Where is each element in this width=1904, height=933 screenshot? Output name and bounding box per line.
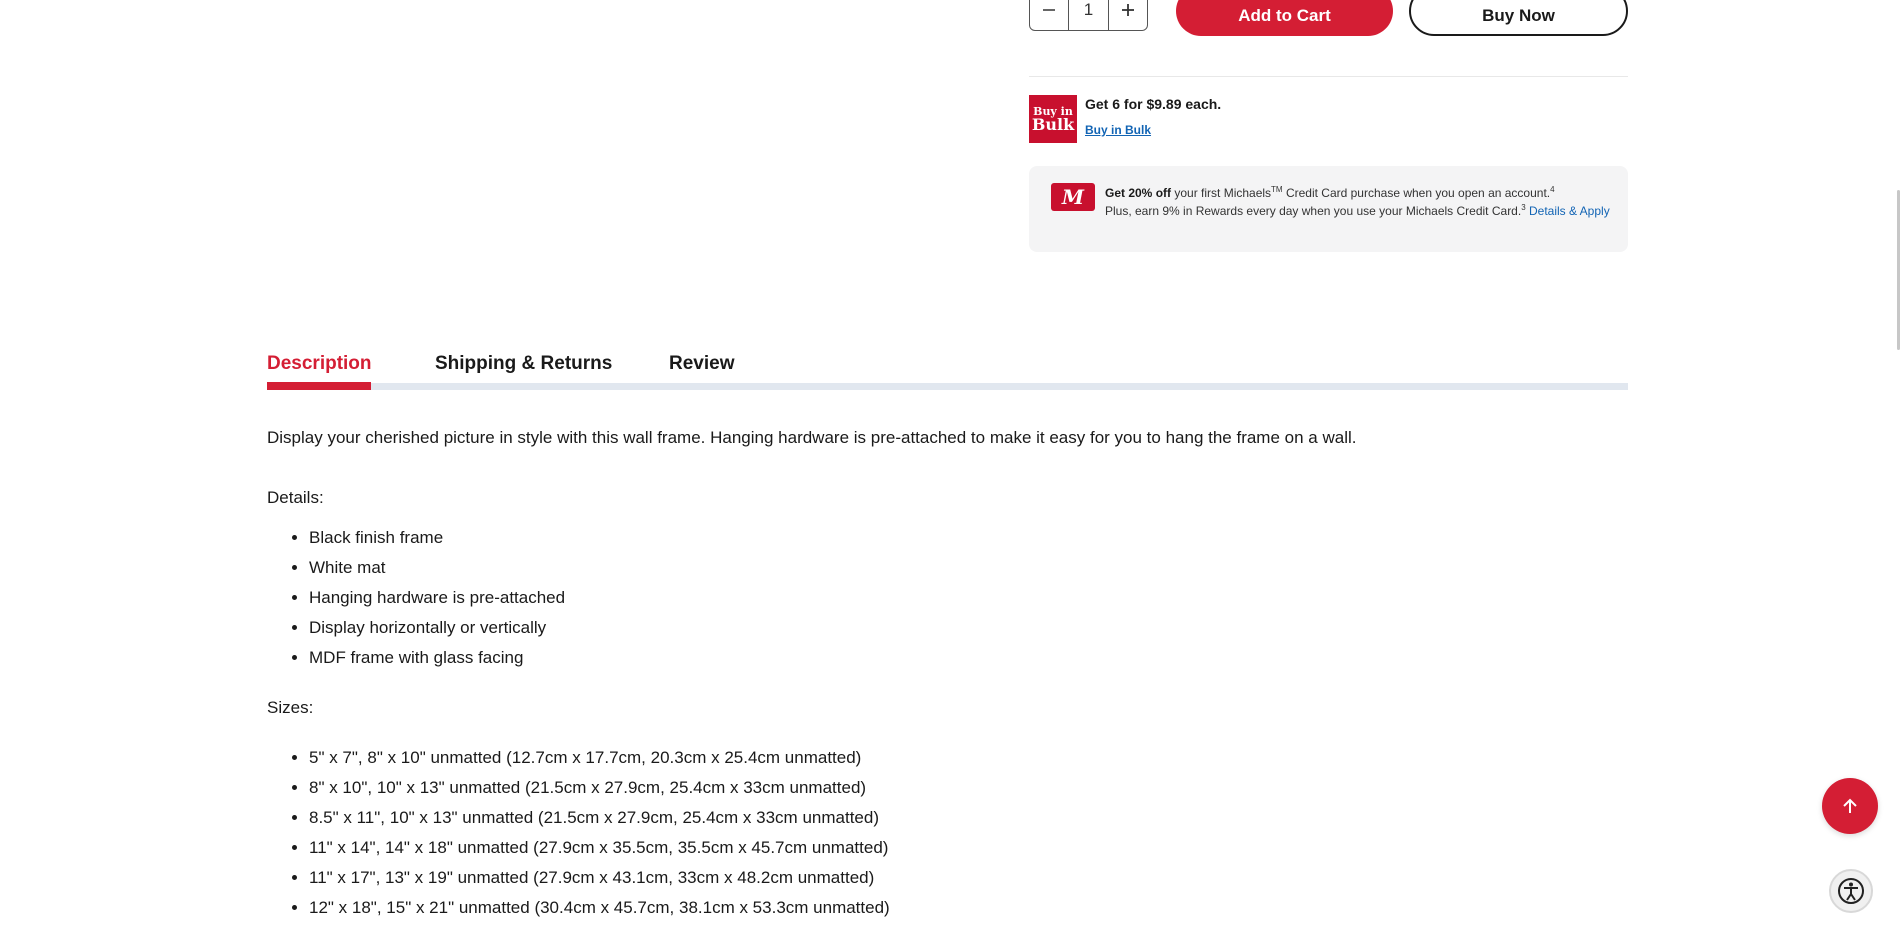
- add-to-cart-button[interactable]: Add to Cart: [1176, 0, 1393, 36]
- back-to-top-button[interactable]: [1822, 778, 1878, 834]
- list-item: 11" x 17", 13" x 19" unmatted (27.9cm x …: [309, 863, 890, 893]
- minus-icon: [1043, 8, 1055, 11]
- list-item: 8.5" x 11", 10" x 13" unmatted (21.5cm x…: [309, 803, 890, 833]
- increase-quantity-button[interactable]: [1109, 0, 1147, 30]
- accessibility-button[interactable]: [1829, 869, 1873, 913]
- buy-in-bulk-logo: Buy in Bulk: [1029, 95, 1077, 143]
- section-divider: [1029, 76, 1628, 77]
- buy-in-bulk-link[interactable]: Buy in Bulk: [1085, 123, 1151, 137]
- list-item: MDF frame with glass facing: [309, 643, 565, 673]
- promo-text-3: Plus, earn 9% in Rewards every day when …: [1105, 204, 1522, 218]
- description-intro: Display your cherished picture in style …: [267, 428, 1357, 447]
- page-scrollbar[interactable]: [1897, 190, 1900, 350]
- accessibility-icon: [1838, 878, 1864, 904]
- details-apply-link[interactable]: Details & Apply: [1526, 204, 1610, 218]
- promo-bold: Get 20% off: [1105, 186, 1172, 200]
- quantity-input[interactable]: 1: [1068, 0, 1109, 30]
- promo-text-1: your first Michaels: [1171, 186, 1272, 200]
- bulk-logo-line2: Bulk: [1031, 114, 1075, 134]
- list-item: Hanging hardware is pre-attached: [309, 583, 565, 613]
- plus-icon: [1122, 3, 1134, 16]
- card-mark: M: [1061, 185, 1085, 209]
- list-item: 11" x 14", 14" x 18" unmatted (27.9cm x …: [309, 833, 890, 863]
- sizes-heading: Sizes:: [267, 698, 314, 717]
- tab-track: [267, 383, 1628, 390]
- sizes-list: 5" x 7", 8" x 10" unmatted (12.7cm x 17.…: [267, 743, 890, 923]
- michaels-credit-card-image: M: [1051, 183, 1095, 211]
- decrease-quantity-button[interactable]: [1030, 0, 1068, 30]
- promo-tm: TM: [1271, 185, 1283, 194]
- tab-description[interactable]: Description: [267, 353, 372, 375]
- list-item: Display horizontally or vertically: [309, 613, 565, 643]
- details-list: Black finish frame White mat Hanging har…: [267, 523, 565, 673]
- arrow-up-icon: [1843, 798, 1857, 813]
- list-item: Black finish frame: [309, 523, 565, 553]
- tab-review[interactable]: Review: [669, 353, 734, 375]
- tab-active-indicator: [267, 382, 371, 390]
- promo-text-2: Credit Card purchase when you open an ac…: [1282, 186, 1551, 200]
- list-item: 5" x 7", 8" x 10" unmatted (12.7cm x 17.…: [309, 743, 890, 773]
- credit-promo-text: Get 20% off your first MichaelsTM Credit…: [1105, 184, 1610, 220]
- details-heading: Details:: [267, 488, 324, 507]
- buy-now-button[interactable]: Buy Now: [1409, 0, 1628, 36]
- quantity-stepper: 1: [1029, 0, 1148, 31]
- list-item: 8" x 10", 10" x 13" unmatted (21.5cm x 2…: [309, 773, 890, 803]
- bulk-offer-title: Get 6 for $9.89 each.: [1085, 96, 1222, 112]
- list-item: 12" x 18", 15" x 21" unmatted (30.4cm x …: [309, 893, 890, 923]
- promo-sup-1: 4: [1550, 185, 1555, 194]
- list-item: White mat: [309, 553, 565, 583]
- tab-shipping-returns[interactable]: Shipping & Returns: [435, 353, 612, 375]
